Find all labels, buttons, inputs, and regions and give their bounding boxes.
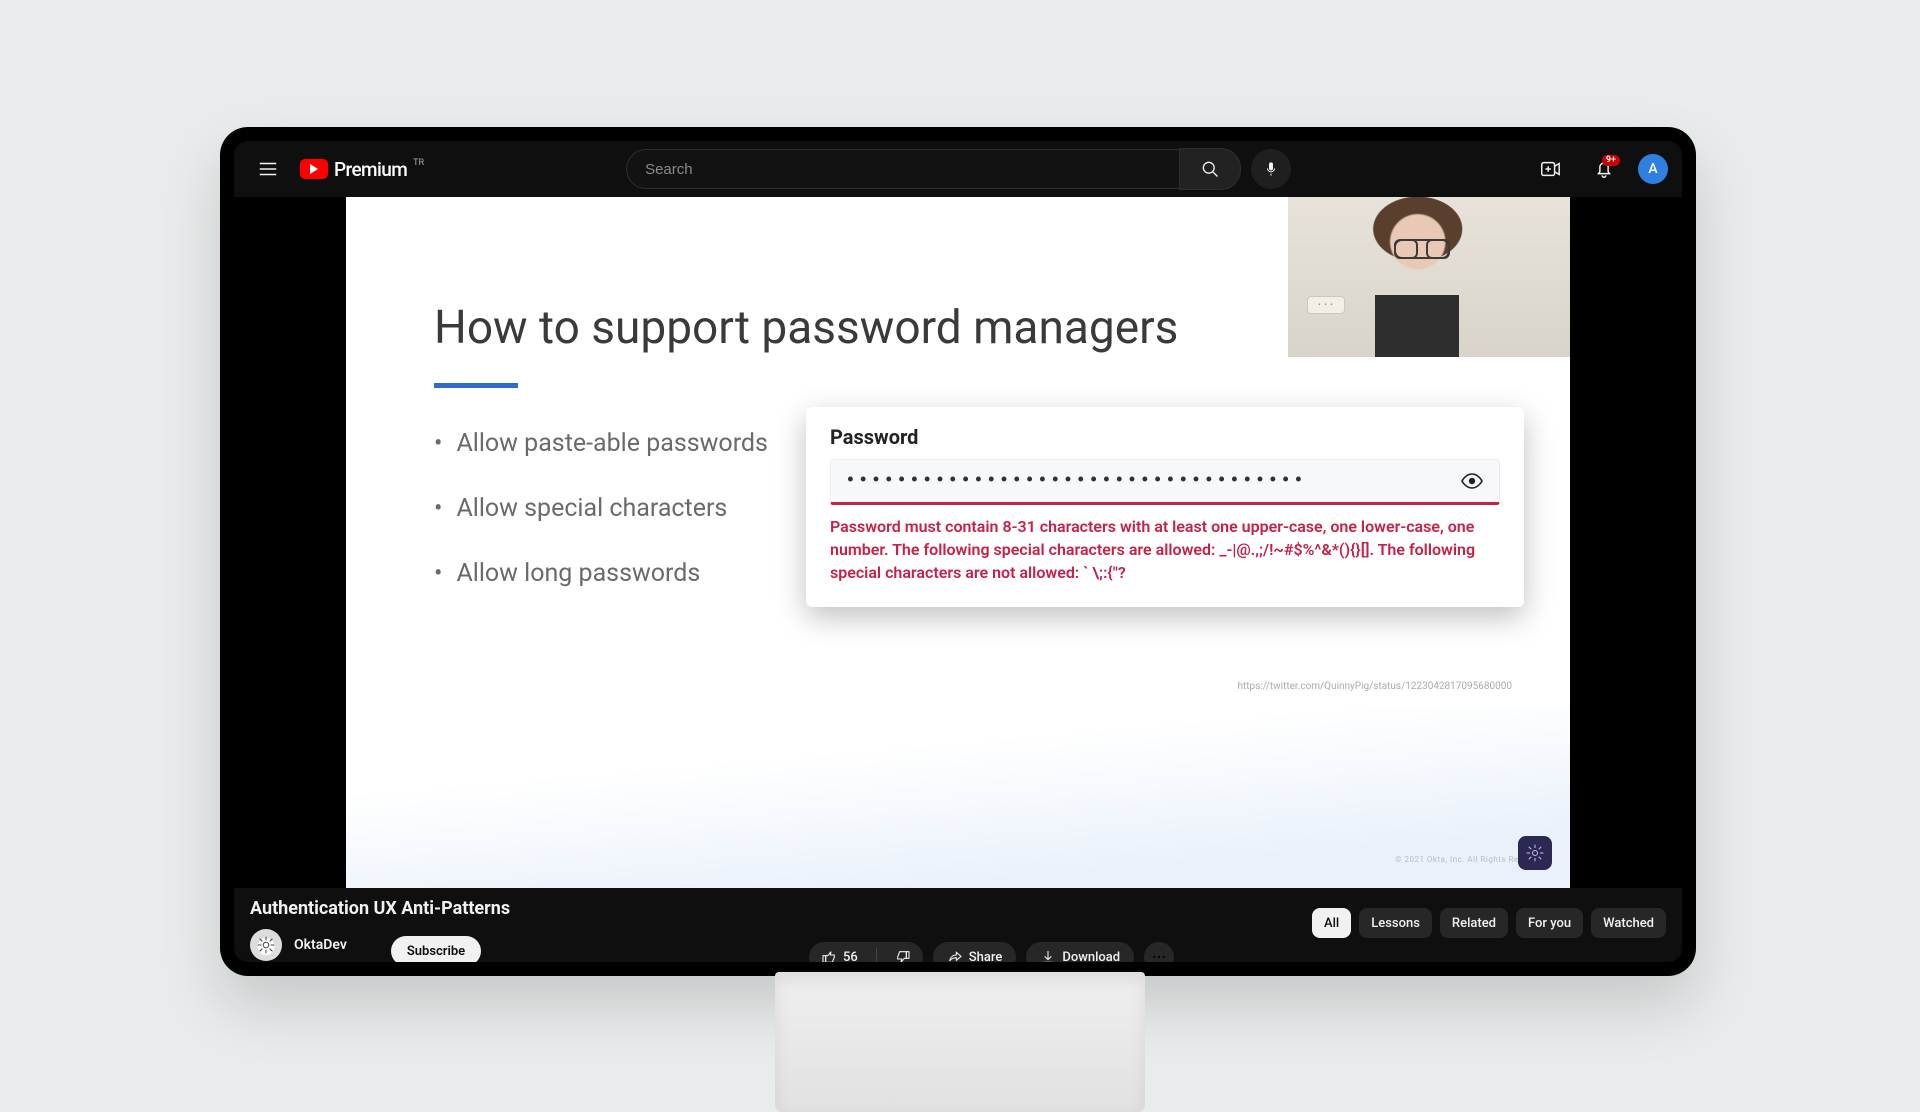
presenter-glasses-shape [1394, 239, 1450, 259]
voice-search-button[interactable] [1251, 149, 1291, 189]
create-button[interactable] [1530, 149, 1570, 189]
dislike-button[interactable] [883, 942, 923, 962]
thumb-down-icon [895, 949, 911, 962]
share-icon [947, 949, 963, 962]
microphone-icon [1263, 161, 1279, 177]
avatar-initial: A [1648, 161, 1657, 177]
search-input[interactable] [643, 160, 1163, 179]
like-count: 56 [843, 950, 858, 963]
channel-avatar[interactable] [250, 929, 282, 961]
slide-bullet: Allow long passwords [434, 559, 768, 588]
like-dislike-pill: 56 [809, 942, 923, 962]
slide-underline [434, 383, 518, 388]
chip-all[interactable]: All [1312, 908, 1351, 938]
okta-sun-icon [255, 934, 277, 956]
notifications-button[interactable]: 9+ [1584, 149, 1624, 189]
share-button[interactable]: Share [933, 942, 1017, 962]
download-icon [1040, 949, 1056, 962]
pill-divider [876, 948, 877, 962]
download-button[interactable]: Download [1026, 942, 1134, 962]
search-box[interactable] [626, 149, 1179, 189]
more-actions-button[interactable] [1144, 942, 1174, 962]
youtube-play-icon [300, 159, 328, 179]
thumb-up-icon [821, 949, 837, 962]
slide-bullet-list: Allow paste-able passwords Allow special… [434, 429, 768, 624]
video-player[interactable]: How to support password managers Allow p… [234, 197, 1682, 888]
notification-badge: 9+ [1602, 155, 1620, 166]
password-example-card: Password •••••••••••••••••••••••••••••••… [806, 407, 1524, 607]
search-button[interactable] [1179, 148, 1241, 190]
below-player: Authentication UX Anti-Patterns OktaDev [234, 888, 1682, 962]
country-code: TR [413, 158, 424, 168]
password-error-message: Password must contain 8-31 characters wi… [830, 515, 1500, 585]
chip-for-you[interactable]: For you [1516, 908, 1583, 938]
camera-switch-badge: • • • [1308, 297, 1344, 313]
toggle-password-visibility [1459, 468, 1485, 494]
video-action-row: 56 Share [809, 936, 1174, 962]
slide-brand-badge [1518, 836, 1552, 870]
password-field: •••••••••••••••••••••••••••••••••••• [830, 459, 1500, 505]
share-label: Share [969, 950, 1003, 963]
password-field-label: Password [830, 425, 1500, 449]
filter-chip-row: All Lessons Related For you Watched [1312, 908, 1666, 938]
chip-watched[interactable]: Watched [1591, 908, 1666, 938]
subscribe-label: Subscribe [407, 944, 465, 959]
channel-name[interactable]: OktaDev [294, 937, 347, 953]
eye-icon [1460, 469, 1484, 493]
hamburger-icon [257, 158, 279, 180]
topbar-right: 9+ A [1530, 149, 1668, 189]
search-area [626, 148, 1291, 190]
topbar: Premium TR [234, 141, 1682, 197]
account-avatar[interactable]: A [1638, 154, 1668, 184]
subscribe-button[interactable]: Subscribe [391, 936, 481, 962]
chip-related[interactable]: Related [1440, 908, 1508, 938]
presenter-camera: • • • [1288, 197, 1570, 357]
menu-button[interactable] [248, 149, 288, 189]
sunburst-icon [1525, 843, 1545, 863]
slide-title: How to support password managers [434, 301, 1178, 355]
monitor-stand [775, 972, 1145, 1112]
like-button[interactable]: 56 [809, 942, 870, 962]
slide-attribution: https://twitter.com/QuinnyPig/status/122… [1237, 681, 1512, 692]
more-icon [1151, 949, 1167, 962]
slide-bullet: Allow special characters [434, 494, 768, 523]
brand-text: Premium [334, 158, 407, 181]
chip-lessons[interactable]: Lessons [1359, 908, 1432, 938]
create-icon [1539, 158, 1561, 180]
monitor-frame: Premium TR [220, 127, 1696, 976]
slide-content: How to support password managers Allow p… [346, 197, 1570, 888]
download-label: Download [1062, 950, 1120, 963]
youtube-logo[interactable]: Premium TR [300, 158, 424, 181]
slide-bullet: Allow paste-able passwords [434, 429, 768, 458]
screen: Premium TR [234, 141, 1682, 962]
password-masked-value: •••••••••••••••••••••••••••••••••••• [845, 471, 1459, 491]
search-icon [1200, 159, 1220, 179]
